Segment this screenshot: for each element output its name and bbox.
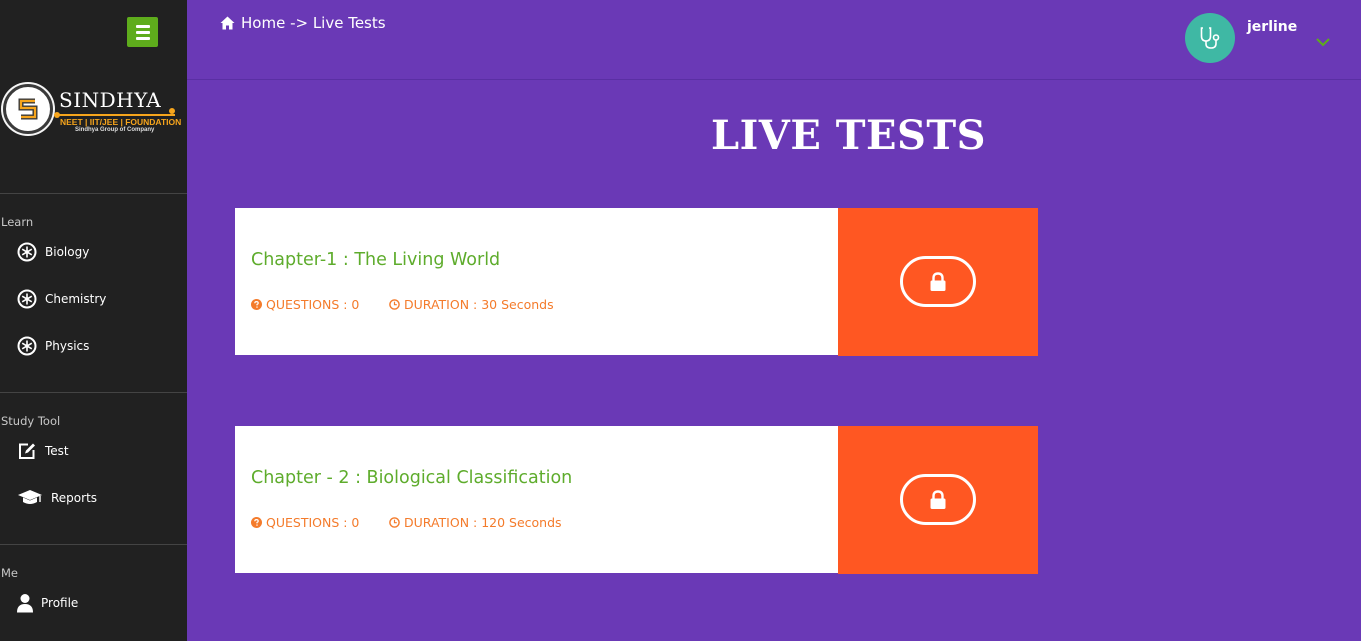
- atom-icon: [16, 335, 38, 357]
- sidebar-item-reports[interactable]: Reports: [16, 487, 97, 509]
- sidebar-item-label: Physics: [45, 339, 90, 353]
- edit-icon: [16, 440, 38, 462]
- section-label-learn: Learn: [1, 215, 34, 229]
- test-action-panel: [838, 208, 1038, 356]
- test-questions: QUESTIONS : 0: [251, 297, 359, 312]
- clock-icon: [389, 299, 400, 310]
- breadcrumb-text: Home -> Live Tests: [241, 14, 386, 32]
- test-card-body: Chapter - 2 : Biological Classification …: [235, 426, 838, 573]
- user-icon: [16, 592, 34, 614]
- test-duration: DURATION : 30 Seconds: [389, 297, 554, 312]
- sidebar-item-label: Profile: [41, 596, 79, 610]
- test-card: Chapter - 2 : Biological Classification …: [235, 426, 1038, 574]
- lock-icon: [930, 489, 946, 509]
- sidebar-item-chemistry[interactable]: Chemistry: [16, 288, 106, 310]
- test-card-body: Chapter-1 : The Living World QUESTIONS :…: [235, 208, 838, 355]
- logo-dot: [169, 108, 175, 114]
- home-icon: [220, 16, 235, 30]
- header-divider: [187, 79, 1361, 80]
- logo-underline: [57, 114, 175, 116]
- section-label-me: Me: [1, 566, 18, 580]
- test-title[interactable]: Chapter - 2 : Biological Classification: [251, 468, 572, 488]
- sidebar-divider: [0, 392, 187, 393]
- sidebar-item-profile[interactable]: Profile: [16, 592, 78, 614]
- chevron-down-icon[interactable]: [1315, 37, 1331, 47]
- sidebar-item-physics[interactable]: Physics: [16, 335, 89, 357]
- clock-icon: [389, 517, 400, 528]
- question-circle-icon: [251, 299, 262, 310]
- duration-text: DURATION : 30 Seconds: [404, 297, 554, 312]
- page-title: LIVE TESTS: [710, 112, 987, 159]
- atom-icon: [16, 288, 38, 310]
- sidebar-item-label: Biology: [45, 245, 90, 259]
- sidebar-divider: [0, 193, 187, 194]
- sidebar: SINDHYA NEET | IIT/JEE | FOUNDATION Sind…: [0, 0, 187, 641]
- logo-s-icon: [18, 98, 38, 120]
- sidebar-item-label: Reports: [51, 491, 98, 505]
- sidebar-divider: [0, 544, 187, 545]
- sidebar-item-label: Chemistry: [45, 292, 107, 306]
- start-test-button[interactable]: [900, 474, 976, 525]
- questions-text: QUESTIONS : 0: [266, 297, 360, 312]
- sidebar-item-biology[interactable]: Biology: [16, 241, 89, 263]
- test-questions: QUESTIONS : 0: [251, 515, 359, 530]
- start-test-button[interactable]: [900, 256, 976, 307]
- logo-name: SINDHYA: [59, 88, 162, 112]
- sidebar-item-label: Test: [45, 444, 69, 458]
- user-name: jerline: [1247, 19, 1298, 35]
- hamburger-bar: [135, 36, 150, 40]
- brand-logo[interactable]: SINDHYA NEET | IIT/JEE | FOUNDATION Sind…: [3, 84, 185, 140]
- hamburger-bar: [135, 24, 150, 28]
- lock-icon: [930, 271, 946, 291]
- menu-toggle-button[interactable]: [127, 17, 158, 47]
- test-title[interactable]: Chapter-1 : The Living World: [251, 250, 500, 270]
- test-duration: DURATION : 120 Seconds: [389, 515, 562, 530]
- sidebar-item-test[interactable]: Test: [16, 440, 69, 462]
- graduation-cap-icon: [16, 487, 44, 509]
- stethoscope-icon: [1200, 27, 1220, 49]
- duration-text: DURATION : 120 Seconds: [404, 515, 562, 530]
- hamburger-bar: [135, 30, 150, 34]
- logo-subtitle: Sindhya Group of Company: [75, 127, 155, 133]
- questions-text: QUESTIONS : 0: [266, 515, 360, 530]
- logo-tagline: NEET | IIT/JEE | FOUNDATION: [60, 117, 182, 127]
- test-action-panel: [838, 426, 1038, 574]
- question-circle-icon: [251, 517, 262, 528]
- breadcrumb[interactable]: Home -> Live Tests: [220, 14, 386, 32]
- section-label-study-tool: Study Tool: [1, 414, 61, 428]
- logo-emblem: [3, 84, 53, 134]
- atom-icon: [16, 241, 38, 263]
- test-card: Chapter-1 : The Living World QUESTIONS :…: [235, 208, 1038, 356]
- user-avatar[interactable]: [1185, 13, 1235, 63]
